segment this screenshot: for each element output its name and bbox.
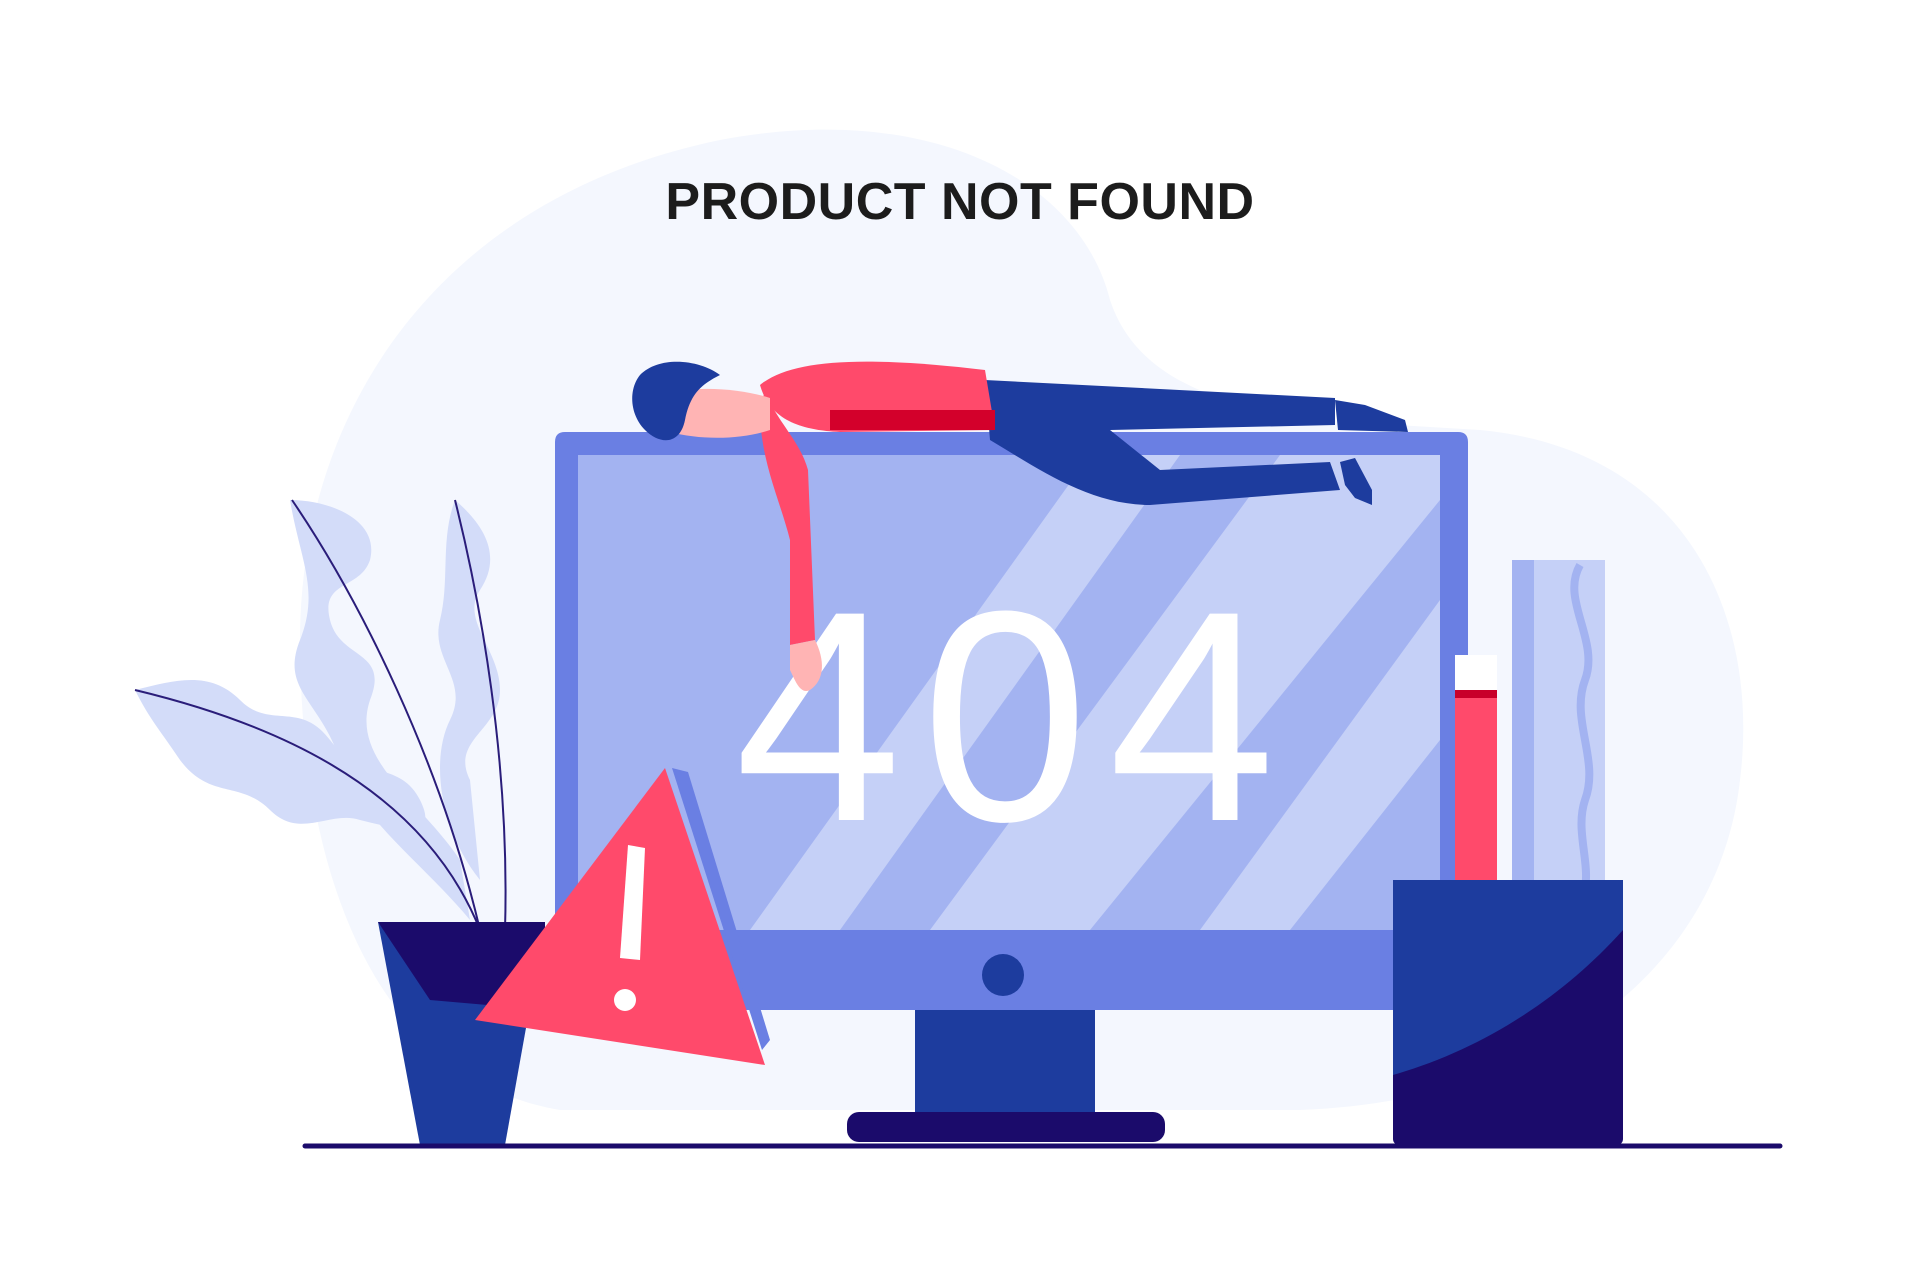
monitor-base bbox=[847, 1112, 1165, 1142]
person-shoe bbox=[1335, 400, 1408, 432]
monitor-power-button bbox=[982, 954, 1024, 996]
error-code: 404 bbox=[735, 548, 1296, 884]
warning-exclamation-dot bbox=[614, 989, 636, 1011]
pencil-cap bbox=[1455, 655, 1497, 693]
not-found-illustration: 404 PRODUCT NOT FOUND bbox=[0, 0, 1920, 1280]
person-shirt-shadow bbox=[830, 410, 995, 430]
ruler-edge bbox=[1512, 560, 1534, 890]
monitor-stand bbox=[915, 1000, 1095, 1120]
pencil-band bbox=[1455, 690, 1497, 698]
page-title: PRODUCT NOT FOUND bbox=[665, 173, 1255, 231]
